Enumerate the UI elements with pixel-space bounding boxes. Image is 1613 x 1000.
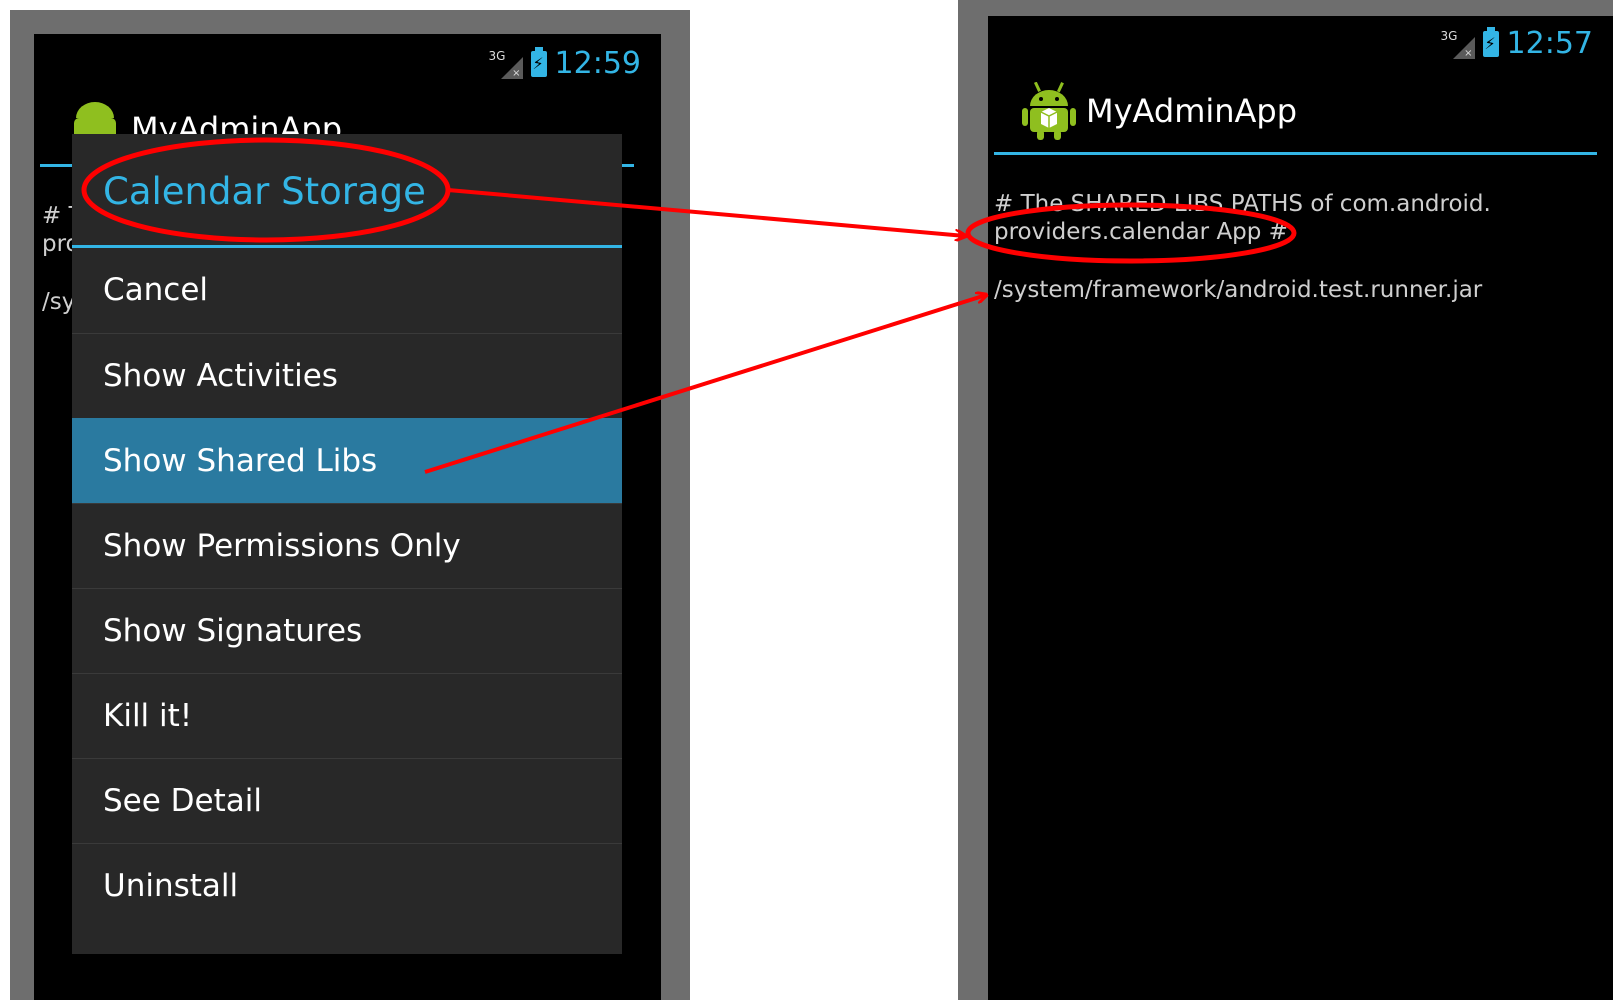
android-app-icon: [1022, 82, 1076, 140]
signal-3g-icon: 3G ×: [1440, 28, 1475, 59]
shared-lib-path: /system/framework/android.test.runner.ja…: [994, 277, 1483, 303]
menu-item-cancel[interactable]: Cancel: [72, 248, 622, 333]
menu-item-show-signatures[interactable]: Show Signatures: [72, 588, 622, 673]
signal-3g-icon: 3G ×: [488, 48, 523, 79]
menu-item-show-permissions-only[interactable]: Show Permissions Only: [72, 503, 622, 588]
menu-item-uninstall[interactable]: Uninstall: [72, 843, 622, 928]
status-time: 12:59: [554, 46, 641, 81]
battery-charging-icon: ⚡: [530, 46, 547, 77]
menu-item-show-shared-libs[interactable]: Show Shared Libs: [72, 418, 622, 503]
dialog-title: Calendar Storage: [103, 170, 426, 213]
shared-libs-heading-line1: # The SHARED LIBS PATHS of com.android.: [994, 191, 1491, 217]
status-time: 12:57: [1506, 26, 1593, 61]
menu-item-see-detail[interactable]: See Detail: [72, 758, 622, 843]
shared-libs-heading-line2: providers.calendar App #: [994, 219, 1288, 245]
background-text-3: /sy: [42, 289, 76, 315]
action-bar-divider: [994, 152, 1597, 155]
context-menu-dialog: Calendar Storage Cancel Show Activities …: [72, 134, 622, 954]
right-status-bar: 3G × ⚡ 12:57: [1441, 26, 1593, 61]
right-screen: 3G × ⚡ 12:57 MyAdminApp # The SHARED LIB…: [988, 16, 1613, 1000]
battery-charging-icon: ⚡: [1482, 26, 1499, 57]
menu-item-show-activities[interactable]: Show Activities: [72, 333, 622, 418]
left-status-bar: 3G × ⚡ 12:59: [489, 46, 641, 81]
app-title: MyAdminApp: [1086, 92, 1298, 130]
menu-item-kill-it[interactable]: Kill it!: [72, 673, 622, 758]
left-screen: 3G × ⚡ 12:59 MyAdminApp # T pro /sy Cale…: [34, 34, 661, 1000]
